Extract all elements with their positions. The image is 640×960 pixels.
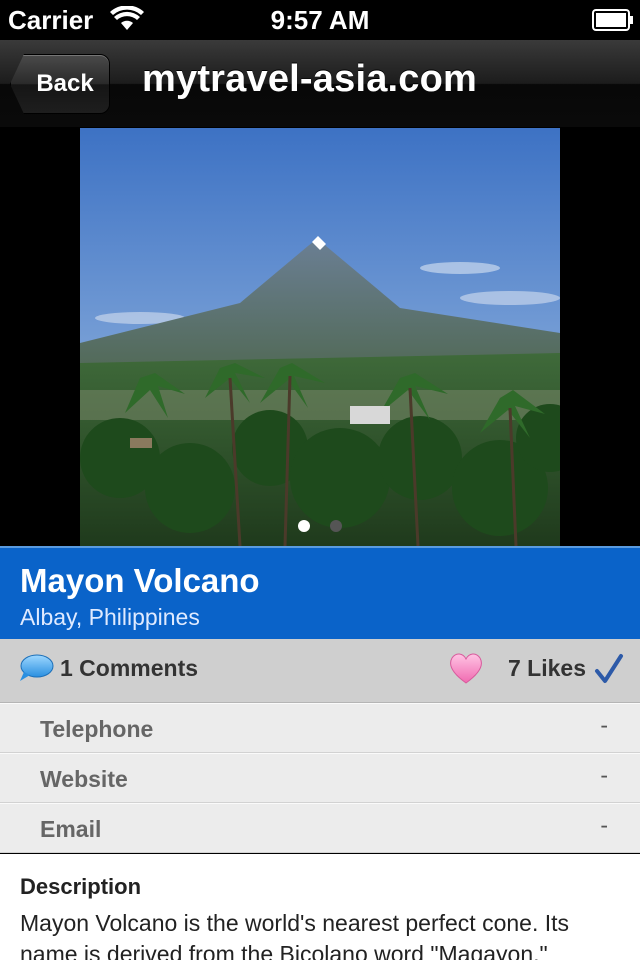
check-icon[interactable] [594, 653, 624, 685]
nav-title: mytravel-asia.com [142, 58, 478, 100]
telephone-value: - [600, 712, 608, 738]
heart-icon[interactable] [448, 651, 484, 685]
website-label: Website [40, 766, 128, 792]
volcano-photo[interactable] [80, 128, 560, 546]
status-bar: Carrier 9:57 AM [0, 0, 640, 40]
likes-count[interactable]: 7 Likes [508, 655, 586, 682]
comments-count[interactable]: 1 Comments [60, 655, 198, 682]
photo-gallery[interactable] [0, 128, 640, 546]
description-heading: Description [20, 874, 142, 899]
status-time: 9:57 AM [270, 5, 370, 35]
telephone-row[interactable]: Telephone - [0, 703, 640, 753]
page-indicator[interactable] [0, 520, 640, 532]
social-bar: 1 Comments 7 Likes [0, 639, 640, 703]
place-header: Mayon Volcano Albay, Philippines [0, 546, 640, 639]
email-value: - [600, 812, 608, 838]
place-name: Mayon Volcano [20, 562, 260, 599]
website-row[interactable]: Website - [0, 753, 640, 803]
telephone-label: Telephone [40, 716, 154, 742]
email-label: Email [40, 816, 102, 842]
place-location: Albay, Philippines [20, 604, 200, 630]
page-dot[interactable] [330, 520, 342, 532]
page-dot-active[interactable] [298, 520, 310, 532]
description-text: Mayon Volcano is the world's nearest per… [20, 910, 570, 960]
email-row[interactable]: Email - [0, 803, 640, 853]
battery-icon [592, 9, 633, 31]
description-section: Description Mayon Volcano is the world's… [0, 854, 640, 960]
navigation-bar: Back mytravel-asia.com [0, 40, 640, 128]
website-value: - [600, 762, 608, 788]
back-button[interactable]: Back [10, 54, 110, 114]
comment-bubble-icon[interactable] [18, 653, 54, 683]
